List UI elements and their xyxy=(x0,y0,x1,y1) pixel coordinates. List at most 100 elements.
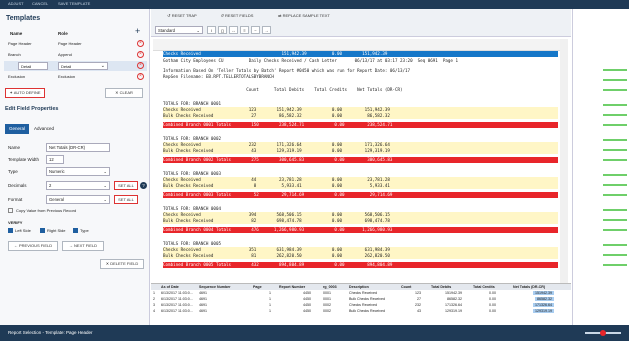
grid-header[interactable]: Total Credits xyxy=(473,285,495,289)
text-cursor-icon: I xyxy=(210,28,213,33)
delete-icon[interactable]: × xyxy=(137,73,144,80)
tool-icon-button[interactable]: [] xyxy=(218,26,227,34)
topbar-item[interactable]: ADJUST xyxy=(8,1,24,6)
grid-header[interactable]: Count xyxy=(401,285,411,289)
combined-line[interactable]: Combined Branch 0005 Totals 432 894,804.… xyxy=(163,262,558,268)
right-side-checkbox[interactable] xyxy=(40,228,45,233)
name-field[interactable]: Net Totals (DR-CR) xyxy=(46,143,110,152)
minimap-mark xyxy=(603,159,627,161)
copy-value-label: Copy Value from Previous Record xyxy=(16,208,77,213)
chevron-down-icon: ⌄ xyxy=(100,63,105,69)
template-row[interactable]: Exclusion Exclusion × xyxy=(4,72,147,82)
delete-icon[interactable]: × xyxy=(137,40,144,47)
template-row[interactable]: Page Header Page Header × xyxy=(4,39,147,49)
tool-icon-button[interactable]: I xyxy=(207,26,216,34)
add-template-icon[interactable]: + xyxy=(135,26,140,36)
detail-line[interactable]: Bulk Checks Received 27 86,582.32 0.00 8… xyxy=(163,113,558,119)
report-line: Gotham City Employees CU Daily Checks Re… xyxy=(163,58,458,63)
template-row[interactable]: Branch Append × xyxy=(4,50,147,60)
tool-icon-button[interactable]: ↔ xyxy=(229,26,238,34)
combined-line[interactable]: Combined Branch 0001 Totals 150 238,524.… xyxy=(163,122,558,128)
detail-line[interactable]: Bulk Checks Received 82 698,474.78 0.00 … xyxy=(163,218,558,224)
template-role-select[interactable]: Detail ⌄ xyxy=(58,62,108,70)
minimap-mark xyxy=(603,149,627,151)
grid-header[interactable]: rg_0003 xyxy=(323,285,337,289)
auto-define-button[interactable]: ✦ AUTO DEFINE xyxy=(5,88,45,98)
delete-field-button[interactable]: ✕ DELETE FIELD xyxy=(100,259,144,269)
minimap-mark xyxy=(603,139,627,141)
combined-line[interactable]: Combined Branch 0002 Totals 275 300,645.… xyxy=(163,157,558,163)
tool-icon-button[interactable]: ≡ xyxy=(240,26,249,34)
previous-field-button[interactable]: ← PREVIOUS FIELD xyxy=(8,241,58,251)
grid-header-row: As of Date Sequence Number Page Report N… xyxy=(151,284,571,290)
report-text[interactable]: Checks Received 151,942.39 0.00 151,942.… xyxy=(153,51,560,291)
table-row[interactable]: 1 6/13/2017 11:03:0... 4691 1 4450 0001 Checks… xyxy=(151,290,571,296)
name-label: Name xyxy=(8,145,21,150)
template-name-select[interactable]: Detail xyxy=(18,62,48,70)
left-panel: Templates Name Role + Page Header Page H… xyxy=(0,9,150,325)
table-row[interactable]: 4 6/13/2017 11:03:0... 4691 1 4450 0002 Bulk C… xyxy=(151,308,571,314)
grid-header[interactable]: Sequence Number xyxy=(199,285,231,289)
grid-header[interactable]: As of Date xyxy=(161,285,179,289)
mode-select[interactable]: Standard ⌄ xyxy=(155,26,203,34)
templates-title: Templates xyxy=(6,15,41,22)
type-select[interactable]: Numeric ⌄ xyxy=(46,167,110,176)
tool-icon-button[interactable]: − xyxy=(251,26,260,34)
table-row[interactable]: 3 6/13/2017 11:03:0... 4691 1 4450 0002 Checks… xyxy=(151,302,571,308)
decimals-label: Decimals xyxy=(8,183,27,188)
combined-line[interactable]: Combined Branch 0003 Totals 52 29,714.69… xyxy=(163,192,558,198)
grid-header[interactable]: Net Totals (DR-CR) xyxy=(513,285,545,289)
combined-line[interactable]: Combined Branch 0004 Totals 476 1,266,98… xyxy=(163,227,558,233)
replace-sample-text-button[interactable]: ⇄ REPLACE SAMPLE TEXT xyxy=(269,12,339,22)
template-width-stepper[interactable]: 12 xyxy=(46,155,64,164)
column-ruler[interactable] xyxy=(153,39,560,51)
tool-icon-button[interactable]: → xyxy=(262,26,271,34)
grid-header[interactable]: Report Number xyxy=(279,285,305,289)
minimap-mark xyxy=(603,244,627,246)
grid-header[interactable]: Page xyxy=(253,285,262,289)
delete-icon[interactable]: × xyxy=(137,51,144,58)
detail-line[interactable]: Bulk Checks Received 8 5,933.41 0.00 5,9… xyxy=(163,183,558,189)
grid-header[interactable]: Total Debits xyxy=(431,285,451,289)
set-all-format-button[interactable]: SET ALL xyxy=(114,195,138,204)
minimap-mark xyxy=(603,264,627,266)
delete-icon[interactable]: × xyxy=(137,62,144,69)
copy-value-checkbox[interactable] xyxy=(8,208,13,213)
grid-header[interactable]: Description xyxy=(349,285,369,289)
clear-button[interactable]: ✕ CLEAR xyxy=(105,88,143,98)
right-side-label: Right Side xyxy=(47,228,66,233)
set-all-decimals-button[interactable]: SET ALL xyxy=(114,181,138,190)
format-select[interactable]: General ⌄ xyxy=(46,195,110,204)
topbar-item[interactable]: CANCEL xyxy=(32,1,48,6)
selected-line[interactable]: Checks Received 151,942.39 0.00 151,942.… xyxy=(163,51,558,57)
minimap-mark xyxy=(603,194,627,196)
type-checkbox[interactable] xyxy=(73,228,78,233)
template-row-selected[interactable]: Detail Detail ⌄ × xyxy=(4,61,147,71)
top-bar: ADJUST CANCEL SAVE TEMPLATE xyxy=(0,0,629,9)
chevron-down-icon: ⌄ xyxy=(196,28,200,33)
reset-trap-button[interactable]: ↺ RESET TRAP xyxy=(161,12,203,22)
minimap-panel[interactable] xyxy=(572,9,629,325)
decimals-select[interactable]: 2 ⌄ xyxy=(46,181,110,190)
tab-advanced[interactable]: Advanced xyxy=(31,124,57,134)
report-panel: ↺ RESET TRAP ↺ RESET FIELDS ⇄ REPLACE SA… xyxy=(151,9,571,325)
status-text: Report Selection - Template: Page Header xyxy=(8,330,93,335)
left-side-checkbox[interactable] xyxy=(8,228,13,233)
minimap-mark xyxy=(603,89,627,91)
detail-line[interactable]: Bulk Checks Received 43 129,319.19 0.00 … xyxy=(163,148,558,154)
detail-line[interactable]: Bulk Checks Received 81 262,820.50 0.00 … xyxy=(163,253,558,259)
left-side-label: Left Side xyxy=(15,228,31,233)
next-field-button[interactable]: → NEXT FIELD xyxy=(62,241,104,251)
reset-fields-button[interactable]: ↺ RESET FIELDS xyxy=(213,12,261,22)
tab-general[interactable]: General xyxy=(5,124,29,134)
topbar-item[interactable]: SAVE TEMPLATE xyxy=(58,1,90,6)
zoom-slider-handle[interactable] xyxy=(600,330,606,336)
minimap-mark xyxy=(603,184,627,186)
results-grid: As of Date Sequence Number Page Report N… xyxy=(151,283,571,325)
chevron-down-icon: ⌄ xyxy=(103,183,107,188)
table-row[interactable]: 2 6/13/2017 11:03:0... 4691 1 4450 0001 Bulk C… xyxy=(151,296,571,302)
help-icon[interactable]: ? xyxy=(140,182,147,189)
template-role: Page Header xyxy=(58,41,82,46)
report-scrollbar[interactable] xyxy=(560,39,568,291)
template-role: Append xyxy=(58,52,72,57)
